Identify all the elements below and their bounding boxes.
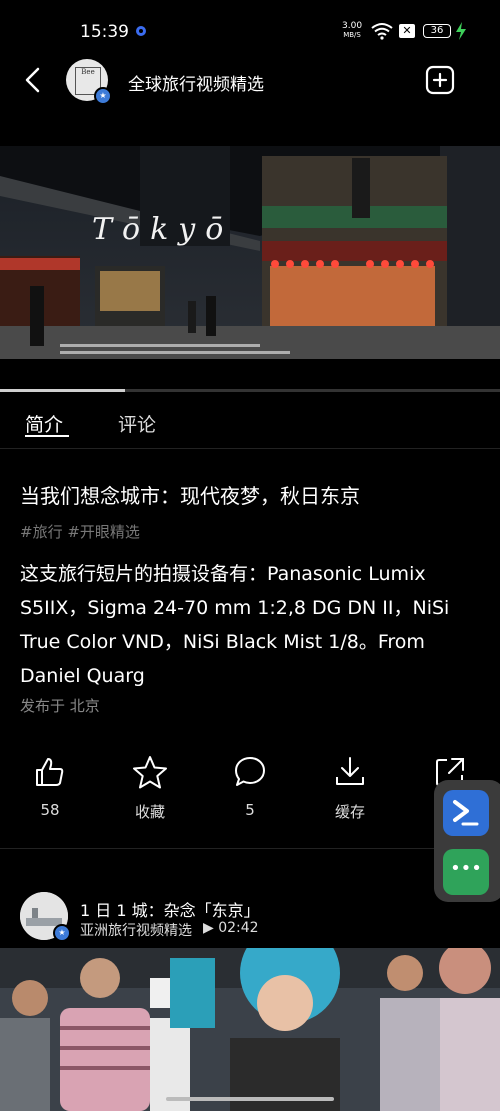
video-progress-fill bbox=[0, 389, 125, 392]
wifi-icon bbox=[371, 23, 393, 40]
status-time: 15:39 bbox=[80, 22, 129, 42]
favorite-label: 收藏 bbox=[134, 803, 165, 821]
next-channel-name[interactable]: 亚洲旅行视频精选 bbox=[80, 920, 192, 940]
download-button[interactable]: 缓存 bbox=[300, 755, 400, 822]
video-title-overlay: Tōkyō bbox=[92, 212, 234, 247]
favorite-button[interactable]: 收藏 bbox=[100, 755, 200, 822]
verified-badge-icon: ★ bbox=[94, 87, 112, 105]
star-icon bbox=[133, 756, 167, 789]
next-video-title[interactable]: 1 日 1 城：杂念「东京」 bbox=[80, 897, 260, 921]
floating-more-app-icon[interactable]: ••• bbox=[443, 849, 489, 895]
terminal-icon bbox=[453, 800, 479, 826]
thumbnail-image bbox=[0, 948, 500, 1111]
back-arrow-icon[interactable] bbox=[22, 66, 44, 94]
video-description: 这支旅行短片的拍摄设备有：Panasonic Lumix S5IIX，Sigma… bbox=[20, 563, 450, 687]
video-player[interactable]: Tōkyō bbox=[0, 146, 500, 359]
comment-button[interactable]: 5 bbox=[200, 755, 300, 819]
comment-count: 5 bbox=[245, 801, 255, 819]
network-speed-unit: MB/S bbox=[343, 31, 361, 39]
tab-intro[interactable]: 简介 bbox=[25, 410, 63, 437]
charging-icon bbox=[456, 22, 466, 40]
thumbs-up-icon bbox=[36, 758, 64, 786]
battery-icon: 36 bbox=[423, 24, 451, 38]
publish-location: 发布于 北京 bbox=[20, 697, 100, 715]
floating-terminal-app-icon[interactable] bbox=[443, 790, 489, 836]
home-indicator[interactable] bbox=[166, 1097, 334, 1101]
comment-bubble-icon bbox=[235, 757, 265, 786]
download-label: 缓存 bbox=[334, 803, 365, 821]
video-tags[interactable]: #旅行 #开眼精选 bbox=[20, 521, 140, 542]
network-speed: 3.00 MB/S bbox=[342, 22, 362, 40]
verified-badge-icon: ★ bbox=[53, 924, 71, 942]
like-count: 58 bbox=[40, 801, 60, 819]
channel-name[interactable]: 全球旅行视频精选 bbox=[128, 70, 264, 95]
like-button[interactable]: 58 bbox=[0, 755, 100, 819]
next-video-thumbnail[interactable] bbox=[0, 948, 500, 1111]
next-video-duration: ▶ 02:42 bbox=[203, 920, 259, 936]
active-tab-indicator bbox=[25, 435, 69, 437]
video-frame bbox=[0, 146, 500, 359]
download-icon bbox=[336, 757, 364, 785]
tab-comments[interactable]: 评论 bbox=[118, 410, 156, 437]
video-title: 当我们想念城市：现代夜梦，秋日东京 bbox=[20, 484, 360, 508]
divider bbox=[0, 848, 500, 849]
add-button[interactable] bbox=[425, 65, 455, 95]
no-sim-icon: ✕ bbox=[399, 24, 415, 38]
recording-indicator-icon bbox=[136, 26, 146, 36]
network-speed-value: 3.00 bbox=[342, 21, 363, 31]
divider bbox=[0, 448, 500, 449]
